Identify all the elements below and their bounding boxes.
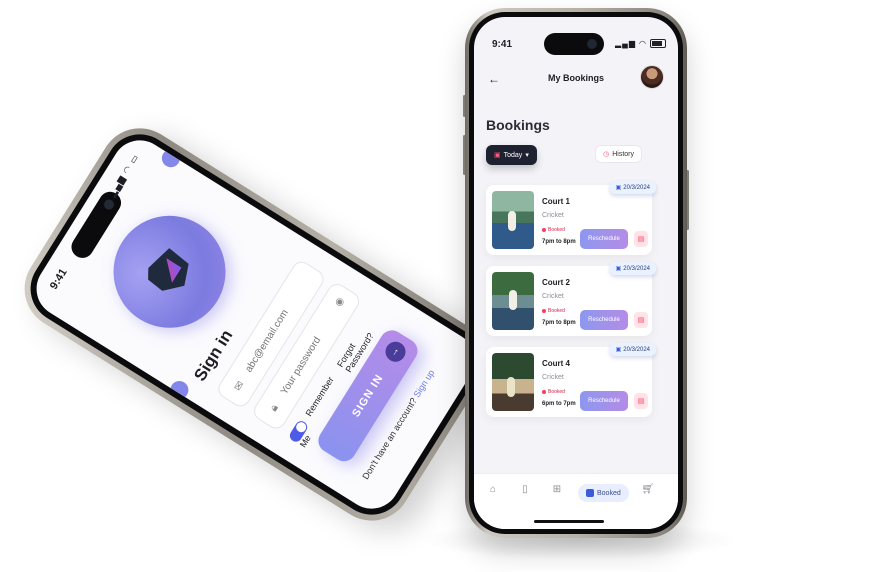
date-badge: ▣ 20/3/2024 (609, 343, 656, 356)
signup-link[interactable]: Sign up (412, 368, 437, 399)
trash-icon[interactable]: ▤ (634, 393, 648, 409)
sport-name: Cricket (542, 374, 564, 381)
sport-name: Cricket (542, 293, 564, 300)
arrow-right-icon: → (381, 337, 410, 366)
signal-icon: ▂▄▆ (615, 39, 637, 48)
add-icon[interactable]: ⊞ (544, 484, 570, 495)
chevron-down-icon: ▾ (525, 152, 529, 159)
section-title: Bookings (486, 117, 550, 133)
booking-card[interactable]: Court 1 Cricket Booked 7pm to 8pm ▣ 20/3… (486, 181, 656, 255)
decor-dot (166, 377, 192, 403)
cart-icon[interactable]: 🛒︎ (635, 484, 661, 495)
reschedule-button[interactable]: Reschedule (580, 310, 628, 330)
logo-icon (142, 244, 197, 299)
phone-bezel: 9:41 ▂▄▆ ◠ ← My Bookings Bookings ▣ Toda… (469, 12, 683, 534)
trash-icon[interactable]: ▤ (634, 231, 648, 247)
app-header: ← My Bookings (474, 61, 678, 95)
app-logo (92, 194, 247, 349)
battery-icon (650, 39, 666, 48)
calendar-icon: ▣ (615, 185, 622, 191)
home-icon[interactable]: ⌂ (480, 484, 506, 495)
player-figure (507, 377, 515, 397)
date-badge: ▣ 20/3/2024 (609, 181, 656, 194)
date-text: 20/3/2024 (623, 265, 650, 272)
history-filter-button[interactable]: ◷ History (595, 145, 642, 163)
calendar-icon: ▣ (494, 152, 501, 159)
status-time: 9:41 (492, 39, 513, 50)
wifi-icon: ◠ (639, 39, 647, 48)
sport-name: Cricket (542, 212, 564, 219)
booking-card[interactable]: Court 4 Cricket Booked 6pm to 7pm ▣ 20/3… (486, 343, 656, 417)
phone-bezel: 9:41 ▂▄▆ ◠ ▭ Sign in ✉ 🔒︎ ◉ (17, 121, 494, 528)
calendar-icon: ▣ (615, 347, 622, 353)
trash-icon[interactable]: ▤ (634, 312, 648, 328)
status-time: 9:41 (47, 266, 70, 292)
decor-dot (158, 145, 184, 171)
status-badge: Booked (542, 308, 565, 314)
mail-icon: ✉ (231, 378, 247, 394)
player-figure (509, 290, 517, 310)
date-text: 20/3/2024 (623, 346, 650, 353)
today-filter-button[interactable]: ▣ Today ▾ (486, 145, 537, 165)
dynamic-island (544, 33, 604, 55)
time-slot: 7pm to 8pm (542, 320, 576, 326)
date-badge: ▣ 20/3/2024 (609, 262, 656, 275)
clock-icon: ◷ (603, 151, 610, 158)
reschedule-button[interactable]: Reschedule (580, 391, 628, 411)
signin-screen: 9:41 ▂▄▆ ◠ ▭ Sign in ✉ 🔒︎ ◉ (25, 129, 486, 520)
court-name: Court 1 (542, 197, 570, 206)
nav-booked-tab[interactable]: Booked (578, 484, 629, 502)
status-badge: Booked (542, 227, 565, 233)
bookings-phone: 9:41 ▂▄▆ ◠ ← My Bookings Bookings ▣ Toda… (465, 8, 687, 538)
player-figure (508, 211, 516, 231)
court-name: Court 4 (542, 359, 570, 368)
time-slot: 7pm to 8pm (542, 239, 576, 245)
avatar[interactable] (640, 65, 664, 89)
court-photo (492, 353, 534, 411)
date-text: 20/3/2024 (623, 184, 650, 191)
mockup-stage: 9:41 ▂▄▆ ◠ ▭ Sign in ✉ 🔒︎ ◉ (0, 0, 885, 572)
signin-button-label: SIGN IN (350, 372, 386, 420)
calendar-icon: ▣ (615, 266, 622, 272)
lock-icon: 🔒︎ (267, 402, 281, 414)
nav-booked-label: Booked (597, 489, 621, 497)
today-label: Today (503, 151, 523, 159)
bottom-nav: ⌂ ▯ ⊞ Booked 🛒︎ (474, 473, 678, 529)
status-badge: Booked (542, 389, 565, 395)
status-icons: ▂▄▆ ◠ ▭ (106, 151, 141, 199)
signin-phone: 9:41 ▂▄▆ ◠ ▭ Sign in ✉ 🔒︎ ◉ (9, 113, 502, 536)
bookmark-icon[interactable]: ▯ (512, 484, 538, 495)
booking-card[interactable]: Court 2 Cricket Booked 7pm to 8pm ▣ 20/3… (486, 262, 656, 336)
court-photo (492, 191, 534, 249)
booked-icon (586, 489, 594, 497)
status-icons: ▂▄▆ ◠ (615, 39, 666, 48)
history-label: History (612, 150, 634, 158)
court-name: Court 2 (542, 278, 570, 287)
bookings-screen: 9:41 ▂▄▆ ◠ ← My Bookings Bookings ▣ Toda… (474, 17, 678, 529)
court-photo (492, 272, 534, 330)
time-slot: 6pm to 7pm (542, 401, 576, 407)
home-indicator (534, 520, 604, 523)
reschedule-button[interactable]: Reschedule (580, 229, 628, 249)
